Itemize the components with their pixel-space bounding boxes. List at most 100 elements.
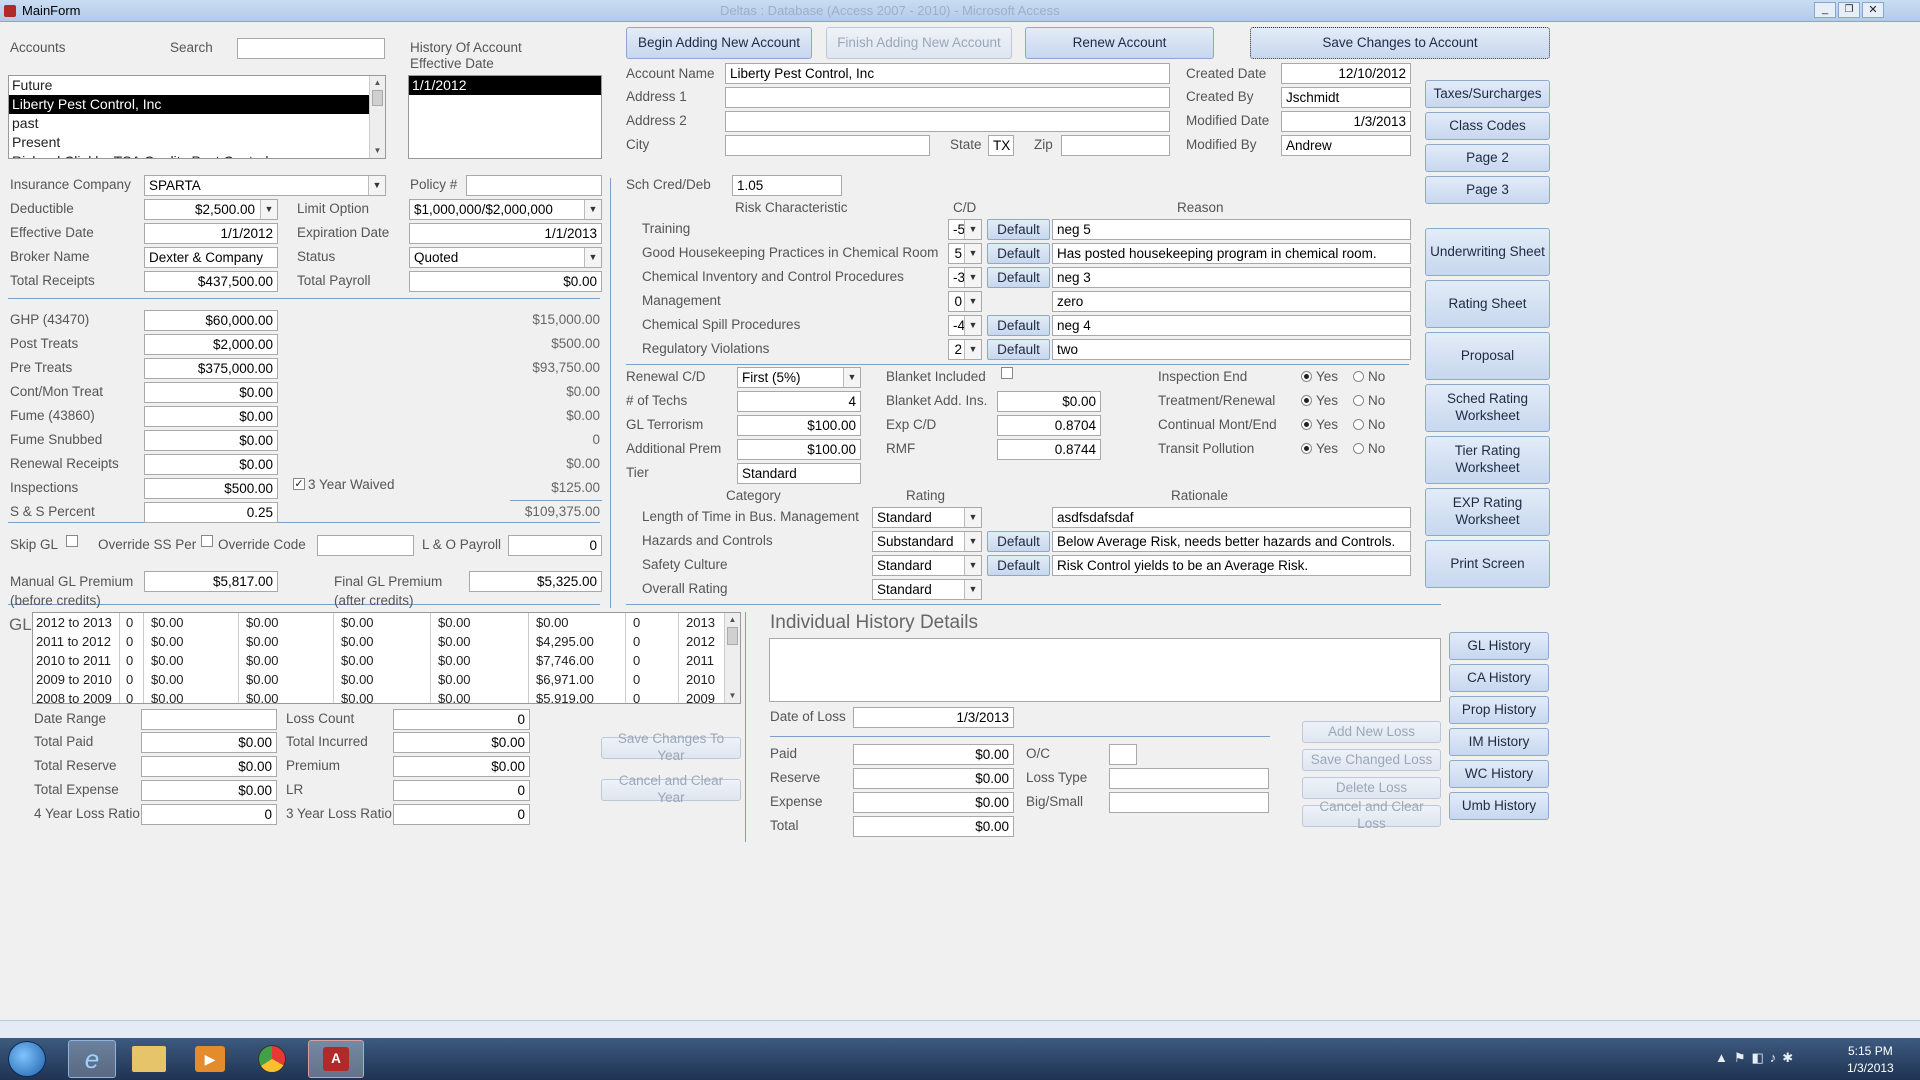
wc-history-button[interactable]: WC History: [1449, 760, 1549, 788]
finish-adding-account-button[interactable]: Finish Adding New Account: [826, 27, 1012, 59]
lr-field[interactable]: 0: [393, 780, 530, 801]
proposal-button[interactable]: Proposal: [1425, 332, 1550, 380]
final-gl-premium-field[interactable]: $5,325.00: [469, 571, 602, 592]
begin-adding-account-button[interactable]: Begin Adding New Account: [626, 27, 812, 59]
chrome-icon[interactable]: [258, 1045, 286, 1073]
rmf-field[interactable]: 0.8744: [997, 439, 1101, 460]
chevron-down-icon[interactable]: ▼: [584, 200, 601, 219]
default-button[interactable]: Default: [987, 339, 1050, 360]
umb-history-button[interactable]: Umb History: [1449, 792, 1549, 820]
expense-field[interactable]: $0.00: [853, 792, 1014, 813]
gl-terrorism-field[interactable]: $100.00: [737, 415, 861, 436]
start-button-icon[interactable]: [8, 1041, 46, 1077]
paid-field[interactable]: $0.00: [853, 744, 1014, 765]
broker-name-field[interactable]: Dexter & Company: [144, 247, 278, 268]
radio-unselected-icon[interactable]: [1353, 371, 1364, 382]
reason-field[interactable]: neg 3: [1052, 267, 1411, 288]
date-of-loss-field[interactable]: 1/3/2013: [853, 707, 1014, 728]
gl-history-row[interactable]: 2011 to 2012 0 $0.00 $0.00 $0.00 $0.00 $4,295.…: [33, 632, 740, 651]
expiration-date-field[interactable]: 1/1/2013: [409, 223, 602, 244]
radio-unselected-icon[interactable]: [1353, 395, 1364, 406]
blanket-included-checkbox[interactable]: [1001, 367, 1013, 379]
system-tray-icons[interactable]: ▲⚑◧♪✱: [1715, 1050, 1799, 1066]
override-ss-checkbox[interactable]: [201, 535, 213, 547]
internet-explorer-icon[interactable]: e: [68, 1040, 116, 1078]
cd-select[interactable]: -4 ▼: [948, 315, 982, 336]
gl-history-row[interactable]: 2010 to 2011 0 $0.00 $0.00 $0.00 $0.00 $7,746.…: [33, 651, 740, 670]
radio-unselected-icon[interactable]: [1353, 443, 1364, 454]
underwriting-sheet-button[interactable]: Underwriting Sheet: [1425, 228, 1550, 276]
history-list[interactable]: 1/1/2012: [408, 75, 602, 159]
sched-rating-worksheet-button[interactable]: Sched Rating Worksheet: [1425, 384, 1550, 432]
deductible-select[interactable]: $2,500.00 ▼: [144, 199, 278, 220]
receipt-value-field[interactable]: $0.00: [144, 430, 278, 451]
city-field[interactable]: [725, 135, 930, 156]
radio-yes[interactable]: Yes: [1301, 417, 1338, 432]
reason-field[interactable]: neg 4: [1052, 315, 1411, 336]
receipt-value-field[interactable]: $0.00: [144, 454, 278, 475]
tier-rating-worksheet-button[interactable]: Tier Rating Worksheet: [1425, 436, 1550, 484]
prop-history-button[interactable]: Prop History: [1449, 696, 1549, 724]
radio-yes[interactable]: Yes: [1301, 441, 1338, 456]
chevron-down-icon[interactable]: ▼: [964, 556, 981, 575]
chevron-down-icon[interactable]: ▼: [964, 220, 981, 239]
individual-history-notes[interactable]: [769, 638, 1441, 702]
radio-selected-icon[interactable]: [1301, 419, 1312, 430]
access-taskbar-icon[interactable]: A: [308, 1040, 364, 1078]
ca-history-button[interactable]: CA History: [1449, 664, 1549, 692]
receipt-value-field[interactable]: $500.00: [144, 478, 278, 499]
radio-selected-icon[interactable]: [1301, 395, 1312, 406]
override-code-field[interactable]: [317, 535, 414, 556]
close-button[interactable]: ✕: [1862, 2, 1884, 18]
reason-field[interactable]: two: [1052, 339, 1411, 360]
account-list-item[interactable]: Future: [9, 76, 385, 95]
gl-history-row[interactable]: 2008 to 2009 0 $0.00 $0.00 $0.00 $0.00 $5,919.…: [33, 689, 740, 703]
effective-date-field[interactable]: 1/1/2012: [144, 223, 278, 244]
page-2-button[interactable]: Page 2: [1425, 144, 1550, 172]
cancel-and-clear-year-button[interactable]: Cancel and Clear Year: [601, 773, 741, 805]
lo-payroll-field[interactable]: 0: [508, 535, 602, 556]
manual-gl-premium-field[interactable]: $5,817.00: [144, 571, 278, 592]
cd-select[interactable]: -5 ▼: [948, 219, 982, 240]
reserve-field[interactable]: $0.00: [853, 768, 1014, 789]
cd-select[interactable]: 0 ▼: [948, 291, 982, 312]
tier-field[interactable]: Standard: [737, 463, 861, 484]
receipt-value-field[interactable]: $0.00: [144, 406, 278, 427]
address1-field[interactable]: [725, 87, 1170, 108]
radio-no[interactable]: No: [1353, 441, 1385, 456]
modified-by-field[interactable]: Andrew: [1281, 135, 1411, 156]
default-button[interactable]: Default: [987, 315, 1050, 336]
default-button[interactable]: Default: [987, 219, 1050, 240]
modified-date-field[interactable]: 1/3/2013: [1281, 111, 1411, 132]
four-year-loss-ratio-field[interactable]: 0: [141, 804, 277, 825]
big-small-field[interactable]: [1109, 792, 1269, 813]
save-changed-loss-button[interactable]: Save Changed Loss: [1302, 749, 1441, 771]
media-player-icon[interactable]: ▶: [195, 1046, 225, 1072]
delete-loss-button[interactable]: Delete Loss: [1302, 777, 1441, 799]
total-incurred-field[interactable]: $0.00: [393, 732, 530, 753]
chevron-down-icon[interactable]: ▼: [843, 368, 860, 387]
rating-sheet-button[interactable]: Rating Sheet: [1425, 280, 1550, 328]
receipt-value-field[interactable]: $375,000.00: [144, 358, 278, 379]
history-list-item[interactable]: 1/1/2012: [409, 76, 601, 95]
chevron-down-icon[interactable]: ▼: [964, 244, 981, 263]
radio-yes[interactable]: Yes: [1301, 369, 1338, 384]
account-list-item[interactable]: Present: [9, 133, 385, 152]
tier-rating-select[interactable]: Standard ▼: [872, 507, 982, 528]
page-3-button[interactable]: Page 3: [1425, 176, 1550, 204]
rationale-field[interactable]: asdfsdafsdaf: [1052, 507, 1411, 528]
chevron-down-icon[interactable]: ▼: [260, 200, 277, 219]
tier-rating-select[interactable]: Standard ▼: [872, 579, 982, 600]
exp-rating-worksheet-button[interactable]: EXP Rating Worksheet: [1425, 488, 1550, 536]
additional-prem-field[interactable]: $100.00: [737, 439, 861, 460]
radio-selected-icon[interactable]: [1301, 443, 1312, 454]
chevron-down-icon[interactable]: ▼: [584, 248, 601, 267]
oc-field[interactable]: [1109, 744, 1137, 765]
taxes-surcharges-button[interactable]: Taxes/Surcharges: [1425, 80, 1550, 108]
chevron-down-icon[interactable]: ▼: [964, 580, 981, 599]
blanket-add-ins-field[interactable]: $0.00: [997, 391, 1101, 412]
renew-account-button[interactable]: Renew Account: [1025, 27, 1214, 59]
total-payroll-field[interactable]: $0.00: [409, 271, 602, 292]
chevron-down-icon[interactable]: ▼: [964, 292, 981, 311]
radio-yes[interactable]: Yes: [1301, 393, 1338, 408]
